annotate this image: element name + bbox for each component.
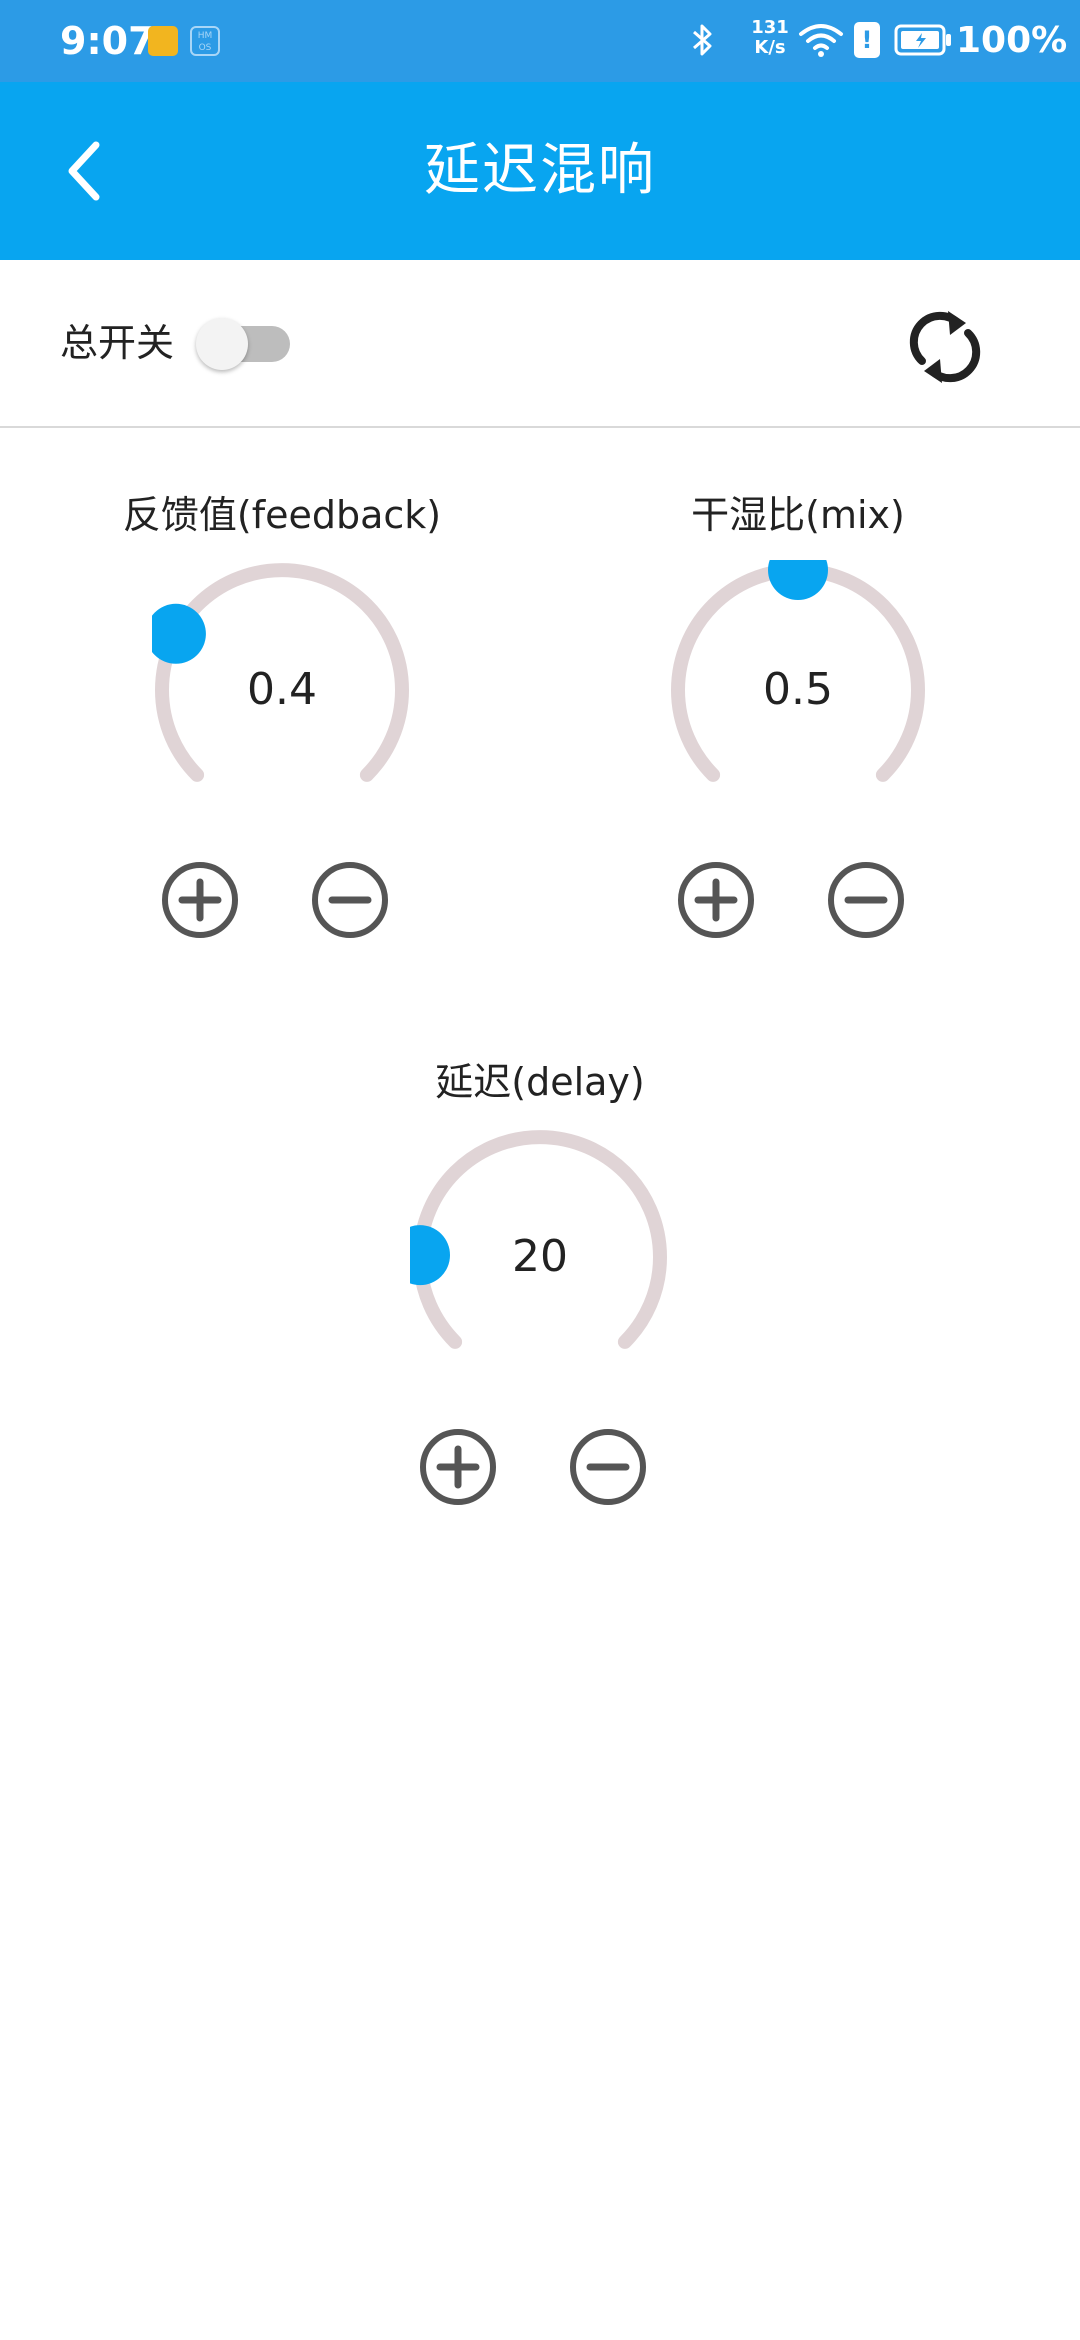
knob-value: 0.5	[763, 664, 833, 715]
chevron-left-icon	[68, 141, 100, 201]
back-button[interactable]	[48, 126, 120, 216]
increase-button[interactable]	[674, 858, 758, 942]
knob-title: 延迟(delay)	[435, 1060, 645, 1104]
status-bar: 9:07 HM OS 131 K/s ! 100%	[0, 0, 1080, 82]
reset-button[interactable]	[900, 302, 990, 392]
knob-title: 反馈值(feedback)	[122, 493, 442, 537]
status-time: 9:07	[60, 19, 155, 63]
knob-value: 0.4	[247, 664, 317, 715]
master-switch[interactable]	[196, 318, 296, 370]
notification-app-icon	[148, 26, 178, 56]
network-speed-unit: K/s	[754, 37, 786, 58]
knob-feedback: 反馈值(feedback) 0.4	[102, 490, 462, 970]
hmos-icon: HM OS	[190, 26, 220, 56]
network-speed: 131 K/s	[750, 18, 790, 58]
plus-circle-icon	[162, 862, 238, 938]
minus-circle-icon	[312, 862, 388, 938]
master-control-row: 总开关	[0, 260, 1080, 428]
decrease-button[interactable]	[824, 858, 908, 942]
bluetooth-icon	[693, 24, 712, 56]
battery-icon	[894, 24, 951, 56]
decrease-button[interactable]	[308, 858, 392, 942]
increase-button[interactable]	[158, 858, 242, 942]
wifi-icon	[799, 24, 843, 57]
decrease-button[interactable]	[566, 1425, 650, 1509]
app-bar: 延迟混响	[0, 82, 1080, 260]
page-title: 延迟混响	[424, 138, 656, 203]
knob-delay: 延迟(delay) 20	[360, 1057, 720, 1537]
increase-button[interactable]	[416, 1425, 500, 1509]
knob-buttons	[360, 1425, 720, 1509]
knob-buttons	[618, 858, 978, 942]
battery-percent: 100%	[956, 20, 1068, 61]
alert-icon: !	[854, 22, 880, 58]
knob-value: 20	[512, 1231, 568, 1282]
network-speed-value: 131	[751, 17, 789, 38]
knob-buttons	[102, 858, 462, 942]
switch-thumb	[196, 318, 248, 370]
refresh-icon	[909, 311, 981, 383]
minus-circle-icon	[570, 1429, 646, 1505]
plus-circle-icon	[420, 1429, 496, 1505]
knob-mix: 干湿比(mix) 0.5	[618, 490, 978, 970]
plus-circle-icon	[678, 862, 754, 938]
master-switch-label: 总开关	[60, 321, 175, 365]
minus-circle-icon	[828, 862, 904, 938]
knob-title: 干湿比(mix)	[691, 493, 905, 537]
